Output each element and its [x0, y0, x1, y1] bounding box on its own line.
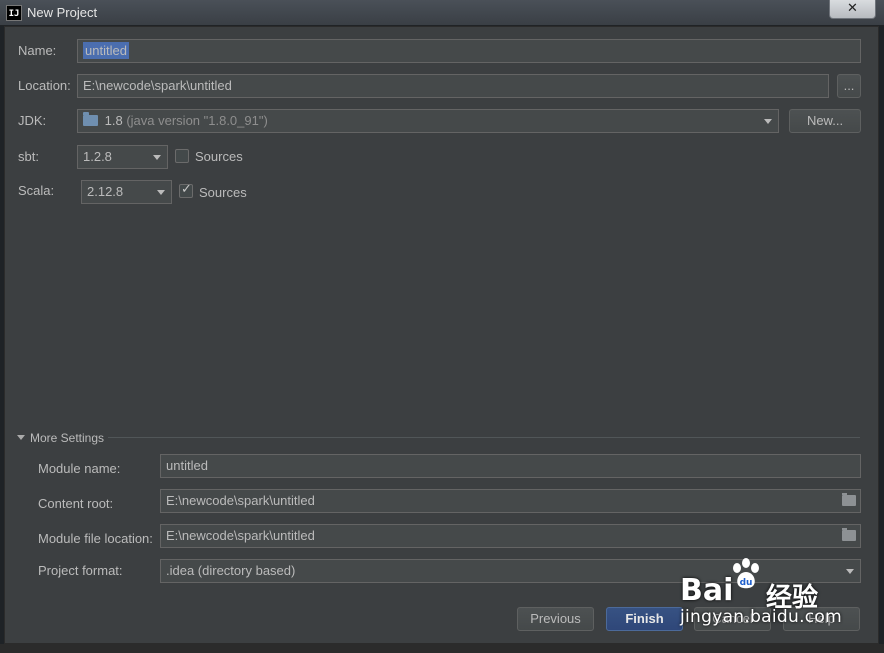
- browse-location-button[interactable]: ...: [837, 74, 861, 98]
- folder-browse-icon[interactable]: [842, 528, 856, 541]
- sbt-label: sbt:: [18, 149, 39, 164]
- window-titlebar: IJ New Project ✕: [0, 0, 884, 26]
- background-taskbar-strip: [0, 644, 884, 653]
- cancel-button[interactable]: Cancel: [694, 607, 771, 631]
- name-label: Name:: [18, 43, 57, 58]
- help-button[interactable]: Help: [783, 607, 860, 631]
- jdk-version: 1.8: [104, 113, 123, 128]
- sbt-version-value: 1.2.8: [83, 149, 112, 164]
- more-settings-toggle[interactable]: More Settings: [30, 431, 104, 445]
- scala-sources-label: Sources: [199, 185, 247, 200]
- scala-label: Scala:: [18, 183, 55, 198]
- project-format-value: .idea (directory based): [166, 563, 296, 578]
- triangle-down-icon[interactable]: [17, 435, 25, 440]
- module-name-field[interactable]: untitled: [160, 454, 861, 478]
- module-name-label: Module name:: [38, 461, 121, 476]
- content-root-label: Content root:: [38, 496, 114, 511]
- previous-button[interactable]: Previous: [517, 607, 594, 631]
- chevron-down-icon: [764, 119, 772, 124]
- finish-button[interactable]: Finish: [606, 607, 683, 631]
- name-field-value: untitled: [83, 42, 129, 59]
- module-file-location-value: E:\newcode\spark\untitled: [166, 528, 315, 543]
- content-root-field[interactable]: E:\newcode\spark\untitled: [160, 489, 861, 513]
- window-close-button[interactable]: ✕: [829, 0, 876, 19]
- scala-version-value: 2.12.8: [87, 184, 124, 199]
- new-jdk-button[interactable]: New...: [789, 109, 861, 133]
- window-title: New Project: [27, 5, 98, 20]
- chevron-down-icon: [153, 155, 161, 160]
- jdk-label: JDK:: [18, 113, 47, 128]
- location-label: Location:: [18, 78, 71, 93]
- more-settings-divider: [108, 437, 860, 438]
- project-format-select[interactable]: .idea (directory based): [160, 559, 861, 583]
- module-file-location-field[interactable]: E:\newcode\spark\untitled: [160, 524, 861, 548]
- content-root-value: E:\newcode\spark\untitled: [166, 493, 315, 508]
- module-file-location-label: Module file location:: [38, 531, 153, 546]
- chevron-down-icon: [157, 190, 165, 195]
- sbt-sources-checkbox[interactable]: [175, 149, 189, 163]
- sbt-sources-label: Sources: [195, 149, 243, 164]
- jdk-folder-icon: [83, 112, 98, 126]
- scala-sources-checkbox[interactable]: [179, 182, 193, 198]
- jdk-select[interactable]: 1.8 (java version "1.8.0_91"): [77, 109, 779, 133]
- intellij-app-icon: IJ: [6, 5, 22, 21]
- project-format-label: Project format:: [38, 563, 123, 578]
- location-field[interactable]: E:\newcode\spark\untitled: [77, 74, 829, 98]
- sbt-version-select[interactable]: 1.2.8: [77, 145, 168, 169]
- jdk-detail: (java version "1.8.0_91"): [126, 113, 268, 128]
- chevron-down-icon: [846, 569, 854, 574]
- name-field[interactable]: untitled: [77, 39, 861, 63]
- folder-browse-icon[interactable]: [842, 493, 856, 506]
- scala-version-select[interactable]: 2.12.8: [81, 180, 172, 204]
